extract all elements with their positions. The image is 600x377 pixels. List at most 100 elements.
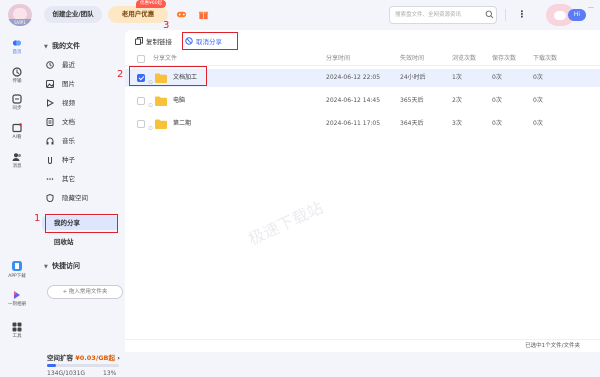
col-header-name[interactable]: 分享文件	[153, 52, 177, 66]
search-input[interactable]: 搜索盘文件、全网资源资讯	[389, 6, 497, 24]
rail-label: 同步	[12, 106, 22, 111]
share-time: 2024-06-12 22:05	[326, 74, 381, 81]
seed-icon	[48, 157, 52, 164]
sidebar-item-hidden-space[interactable]: 隐藏空间	[42, 191, 122, 205]
rail-label: 工具	[12, 334, 22, 339]
rail-label: 传输	[12, 79, 22, 84]
sidebar-item-music[interactable]: 音乐	[42, 134, 122, 148]
people-icon	[12, 153, 21, 161]
home-icon	[12, 40, 22, 46]
sync-icon	[12, 94, 22, 104]
sidebar-item-label: 隐藏空间	[62, 194, 88, 202]
save-count: 0次	[492, 97, 502, 104]
download-count: 0次	[533, 97, 543, 104]
sidebar-item-label: 视频	[62, 99, 75, 107]
chevron-down-icon: ▼	[44, 264, 48, 270]
folder-icon	[155, 119, 167, 129]
select-all-checkbox[interactable]	[137, 55, 145, 63]
nav-rail: 首页 传输 同步 AI看 消息 APP下载 一刻相册 工具	[0, 30, 34, 352]
sidebar-item-seeds[interactable]: 种子	[42, 153, 122, 167]
download-count: 0次	[533, 120, 543, 127]
copy-link-button[interactable]: 复制链接	[135, 34, 172, 50]
col-header-views[interactable]: 浏览次数	[452, 52, 476, 66]
annotation-box-file-row	[129, 66, 207, 86]
row-checkbox[interactable]	[137, 120, 145, 128]
download-count: 0次	[533, 74, 543, 81]
rail-item-messages[interactable]: 消息	[0, 152, 34, 176]
storage-percent-text: 13%	[103, 370, 117, 377]
table-row[interactable]: ⊙ 第二期 2024-06-11 17:05 364天后 3次 0次 0次	[125, 115, 600, 133]
copy-link-label: 复制链接	[146, 38, 172, 46]
more-menu-icon[interactable]: ⋮	[517, 9, 527, 21]
sidebar-item-label: 图片	[62, 80, 75, 88]
add-quick-folder-button[interactable]: + 拖入常用文件夹	[47, 285, 123, 299]
share-time: 2024-06-12 14:45	[326, 97, 381, 104]
table-row[interactable]: ⊙ 电脑 2024-06-12 14:45 365天后 2次 0次 0次	[125, 92, 600, 110]
table-header: 分享文件 分享时间 失效时间 浏览次数 保存次数 下载次数	[125, 52, 600, 66]
sidebar-item-videos[interactable]: 视频	[42, 96, 122, 110]
annotation-number-1: 1	[34, 213, 41, 224]
sidebar-item-recent[interactable]: 最近	[42, 58, 122, 72]
file-name[interactable]: 第二期	[173, 115, 191, 133]
rail-label: 首页	[12, 50, 22, 55]
game-icon[interactable]	[176, 9, 187, 20]
space-title-label: 空间扩容	[47, 354, 73, 362]
sidebar-item-label: 其它	[62, 175, 75, 183]
rail-item-ai[interactable]: AI看	[0, 123, 34, 147]
chevron-down-icon: ▼	[44, 44, 48, 50]
watermark: 极速下载站	[245, 197, 326, 249]
sidebar-item-other[interactable]: 其它	[42, 172, 122, 186]
topbar-divider	[505, 9, 506, 21]
avatar-face	[554, 11, 566, 20]
rail-item-sync[interactable]: 同步	[0, 94, 34, 118]
col-header-saves[interactable]: 保存次数	[492, 52, 516, 66]
share-time: 2024-06-11 17:05	[326, 120, 381, 127]
col-header-time[interactable]: 分享时间	[326, 52, 350, 66]
annotation-box-cancel-share	[182, 32, 238, 50]
video-icon	[47, 99, 54, 107]
copy-icon	[135, 37, 143, 45]
space-promo-label: ¥0.03/GB起	[75, 354, 115, 362]
storage-used-text: 134G/1031G	[47, 370, 86, 377]
sidebar-item-label: 种子	[62, 156, 75, 164]
clock-icon	[46, 61, 54, 69]
sidebar-item-label: 回收站	[54, 238, 74, 246]
rail-item-home[interactable]: 首页	[0, 38, 34, 62]
view-count: 1次	[452, 74, 462, 81]
rail-item-app-download[interactable]: APP下载	[0, 260, 34, 284]
sidebar-item-images[interactable]: 图片	[42, 77, 122, 91]
headphone-icon	[46, 137, 54, 145]
space-upgrade-title[interactable]: 空间扩容 ¥0.03/GB起 ›	[47, 352, 120, 362]
col-header-downloads[interactable]: 下载次数	[533, 52, 557, 66]
rail-label: APP下载	[8, 274, 26, 279]
sidebar-item-label: 文档	[62, 118, 75, 126]
view-count: 3次	[452, 120, 462, 127]
vip-offer-button[interactable]: 老用户优惠	[108, 6, 168, 23]
sidebar-item-recycle-bin[interactable]: 回收站	[42, 235, 122, 249]
quick-access-label: 快捷访问	[52, 262, 80, 270]
quick-access-header[interactable]: ▼ 快捷访问	[44, 259, 80, 274]
folder-icon	[155, 96, 167, 106]
rail-item-tools[interactable]: 工具	[0, 322, 34, 346]
apps-icon	[12, 322, 22, 332]
save-count: 0次	[492, 120, 502, 127]
lock-icon: ⊙	[148, 102, 154, 109]
lock-icon: ⊙	[148, 125, 154, 132]
minimize-icon[interactable]: —	[588, 4, 594, 11]
user-avatar[interactable]: SVIP1	[8, 4, 32, 26]
search-icon[interactable]	[485, 10, 494, 19]
sidebar-item-docs[interactable]: 文档	[42, 115, 122, 129]
sidebar-item-label: 最近	[62, 61, 75, 69]
hi-badge[interactable]: Hi	[568, 9, 586, 21]
svip-tag: SVIP1	[8, 19, 32, 26]
rail-item-transfer[interactable]: 传输	[0, 67, 34, 91]
gift-icon[interactable]	[198, 9, 209, 20]
col-header-expire[interactable]: 失效时间	[400, 52, 424, 66]
create-enterprise-button[interactable]: 创建企业/团队	[44, 6, 102, 23]
my-files-header[interactable]: ▼ 我的文件	[44, 39, 80, 54]
rail-item-album[interactable]: 一刻相册	[0, 290, 34, 314]
other-icon	[46, 178, 54, 180]
file-name[interactable]: 电脑	[173, 92, 185, 110]
sidebar-item-label: 音乐	[62, 137, 75, 145]
row-checkbox[interactable]	[137, 97, 145, 105]
